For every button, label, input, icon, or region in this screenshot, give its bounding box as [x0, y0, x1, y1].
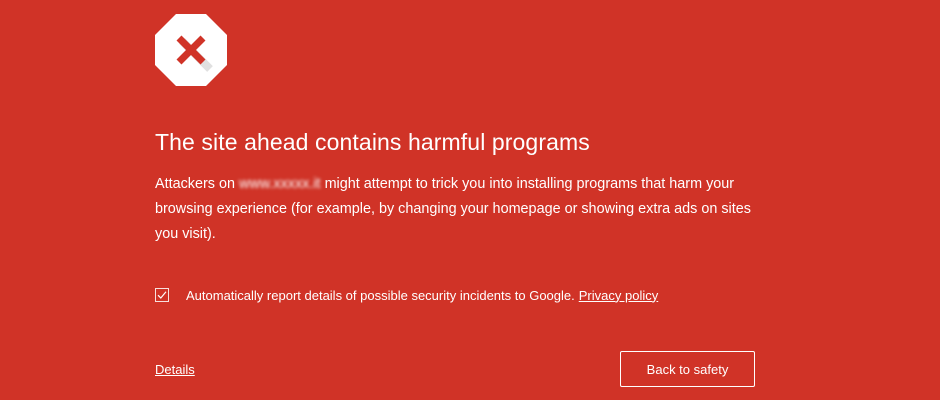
report-text: Automatically report details of possible… — [186, 287, 575, 303]
page-title: The site ahead contains harmful programs — [155, 129, 590, 155]
report-checkbox[interactable] — [155, 288, 169, 302]
details-link[interactable]: Details — [155, 362, 195, 377]
description-prefix: Attackers on — [155, 176, 235, 192]
blurred-url: www.xxxxx.it — [239, 176, 321, 192]
stop-x-icon — [155, 14, 227, 86]
back-to-safety-button[interactable]: Back to safety — [620, 351, 755, 387]
report-row: Automatically report details of possible… — [155, 285, 658, 305]
warning-description: Attackers on www.xxxxx.it might attempt … — [155, 172, 765, 247]
privacy-policy-link[interactable]: Privacy policy — [579, 288, 658, 303]
checkmark-icon — [157, 291, 167, 299]
